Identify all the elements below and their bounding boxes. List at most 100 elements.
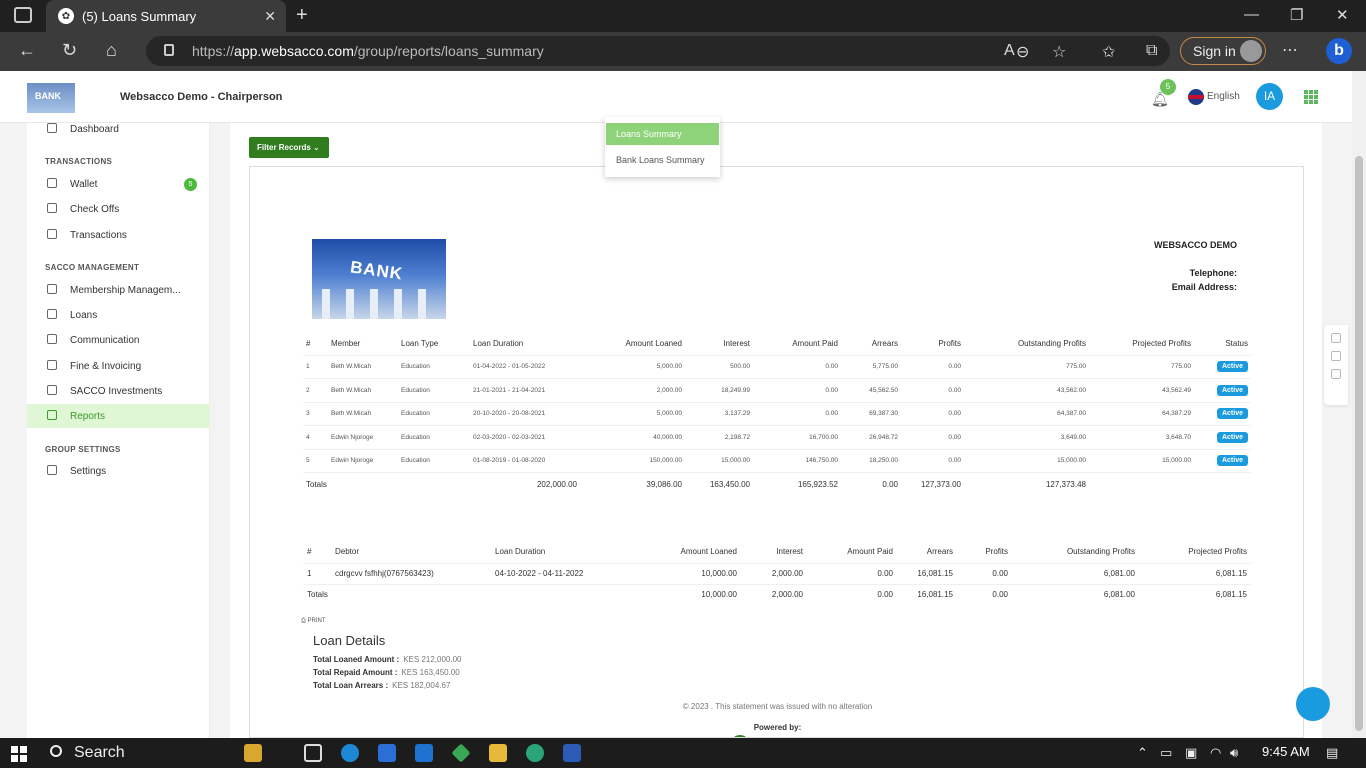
table-cell: 500.00 (685, 355, 753, 379)
sidebar-item-settings[interactable]: Settings (27, 459, 210, 483)
settings-icon[interactable] (1331, 369, 1341, 379)
display-icon[interactable]: ▣ (1185, 745, 1197, 761)
total-cell: 39,086.00 (646, 480, 682, 489)
calendar-icon[interactable] (1331, 351, 1341, 361)
table-cell: Education (398, 378, 470, 403)
total-loaned-row: Total Loaned Amount : KES 212,000.00 (313, 655, 462, 664)
table-cell: 02-03-2020 - 02-03-2021 (470, 425, 580, 450)
total-cell: 127,373.00 (920, 480, 961, 489)
favorites-icon[interactable]: ✩ (1102, 42, 1115, 62)
table-cell: 6,081.00 (1012, 563, 1139, 585)
edge-dev-icon[interactable] (526, 744, 544, 762)
restore-icon[interactable]: ❐ (1290, 6, 1303, 24)
table-row: 1 Beth W.Micah Education 01-04-2022 - 01-05… (303, 355, 1251, 379)
refresh-icon[interactable]: ↻ (62, 40, 77, 61)
tab-actions-icon[interactable] (14, 7, 32, 23)
favorite-add-icon[interactable]: ☆ (1052, 42, 1066, 62)
status-cell: Active (1194, 449, 1251, 473)
total-cell: 0.00 (992, 590, 1008, 600)
table-cell: Edwin Njoroge (328, 425, 398, 450)
col-amount-loaned: Amount Loaned (580, 333, 685, 356)
url-path: /group/reports/loans_summary (353, 43, 544, 59)
wifi-icon[interactable]: ◠ (1210, 745, 1221, 761)
status-badge[interactable]: Active (1216, 455, 1248, 467)
back-icon[interactable]: ← (18, 40, 36, 61)
sidebar-item-wallet[interactable]: Wallet 5 (27, 172, 210, 196)
close-window-icon[interactable]: ✕ (1336, 6, 1349, 24)
dev-app-icon[interactable] (451, 743, 471, 763)
sidebar-item-dashboard[interactable]: Dashboard (27, 117, 210, 141)
taskbar-search-label: Search (74, 744, 125, 761)
sidebar-item-investments[interactable]: SACCO Investments (27, 379, 210, 403)
sidebar-item-checkoffs[interactable]: Check Offs (27, 197, 210, 221)
more-options-icon[interactable]: ⋯ (1282, 40, 1298, 60)
total-cell: 0.00 (882, 480, 898, 489)
mail-icon[interactable] (415, 744, 433, 762)
table-cell: Edwin Njoroge (328, 449, 398, 473)
sidebar-section-transactions: TRANSACTIONS (45, 157, 113, 166)
sacco-logo[interactable]: BANK (27, 83, 75, 113)
sidebar-item-loans[interactable]: Loans (27, 303, 210, 327)
minimize-icon[interactable]: — (1244, 6, 1259, 23)
volume-icon[interactable]: 🔊︎ (1230, 745, 1238, 761)
scrollbar-thumb[interactable] (1355, 156, 1363, 731)
totals-label: Totals (306, 480, 327, 489)
close-tab-icon[interactable]: ✕ (264, 8, 276, 25)
task-view-icon[interactable] (304, 744, 322, 762)
notifications-icon[interactable]: ▤ (1326, 745, 1338, 761)
edge-icon[interactable] (341, 744, 359, 762)
table-cell: 0.00 (753, 402, 841, 426)
table-cell: 775.00 (1089, 355, 1194, 379)
zoom-icon[interactable]: ⊖ (1016, 42, 1029, 62)
sidebar-item-label: Check Offs (70, 203, 120, 215)
lock-icon[interactable] (164, 44, 174, 56)
taskbar-clock[interactable]: 9:45 AM (1262, 744, 1310, 759)
widget-icon[interactable] (244, 744, 262, 762)
filter-records-button[interactable]: Filter Records ⌄ (249, 137, 329, 158)
sidebar-item-label: Loans (70, 309, 98, 321)
battery-icon[interactable]: ▭ (1160, 745, 1172, 761)
collections-icon[interactable]: ⧉ (1146, 42, 1157, 60)
taskbar-search[interactable]: Search (40, 738, 235, 768)
uk-flag-icon[interactable] (1188, 89, 1204, 105)
menu-item-bank-loans-summary[interactable]: Bank Loans Summary (606, 149, 719, 171)
home-icon[interactable]: ⌂ (106, 40, 117, 61)
sidebar-item-fine-invoicing[interactable]: Fine & Invoicing (27, 354, 210, 378)
sidebar-item-communication[interactable]: Communication (27, 328, 210, 352)
col-amount-paid: Amount Paid (807, 541, 897, 564)
browser-tab[interactable]: ✿ (5) Loans Summary ✕ (46, 0, 286, 32)
apps-grid-icon[interactable] (1304, 90, 1318, 104)
language-selector[interactable]: English (1207, 91, 1240, 102)
new-tab-icon[interactable]: + (296, 4, 308, 27)
status-badge[interactable]: Active (1216, 384, 1248, 396)
read-aloud-icon[interactable]: A (1004, 42, 1015, 60)
sign-in-label: Sign in (1193, 43, 1236, 59)
support-chat-icon[interactable] (1296, 687, 1330, 721)
page-scrollbar[interactable] (1352, 71, 1366, 738)
status-badge[interactable]: Active (1216, 361, 1248, 373)
sign-in-button[interactable]: Sign in (1180, 37, 1266, 65)
totals-label: Totals (307, 590, 328, 600)
sidebar: Dashboard TRANSACTIONS Wallet 5 Check Off… (27, 123, 210, 738)
total-cell: 16,081.15 (917, 590, 953, 600)
tray-chevron-icon[interactable]: ⌃ (1137, 745, 1148, 761)
user-avatar[interactable]: IA (1256, 83, 1283, 110)
word-icon[interactable] (563, 744, 581, 762)
status-badge[interactable]: Active (1216, 408, 1248, 420)
windows-start-icon[interactable] (11, 746, 27, 762)
sidebar-item-transactions[interactable]: Transactions (27, 223, 210, 247)
total-repaid-label: Total Repaid Amount : (313, 668, 398, 677)
report-card: BANK WEBSACCO DEMO Telephone: Email Addr… (249, 166, 1304, 738)
bing-icon[interactable]: b (1326, 38, 1352, 64)
print-button[interactable]: ⎙ PRINT (301, 618, 325, 625)
store-icon[interactable] (378, 744, 396, 762)
users-icon[interactable] (1331, 333, 1341, 343)
file-explorer-icon[interactable] (489, 744, 507, 762)
sidebar-item-reports[interactable]: Reports (27, 404, 210, 428)
table-cell: Education (398, 425, 470, 450)
sidebar-item-membership[interactable]: Membership Managem... (27, 278, 210, 302)
sidebar-section-group-settings: GROUP SETTINGS (45, 445, 121, 454)
menu-item-loans-summary[interactable]: Loans Summary (606, 123, 719, 145)
status-badge[interactable]: Active (1216, 431, 1248, 443)
sidebar-item-label: Fine & Invoicing (70, 360, 142, 372)
